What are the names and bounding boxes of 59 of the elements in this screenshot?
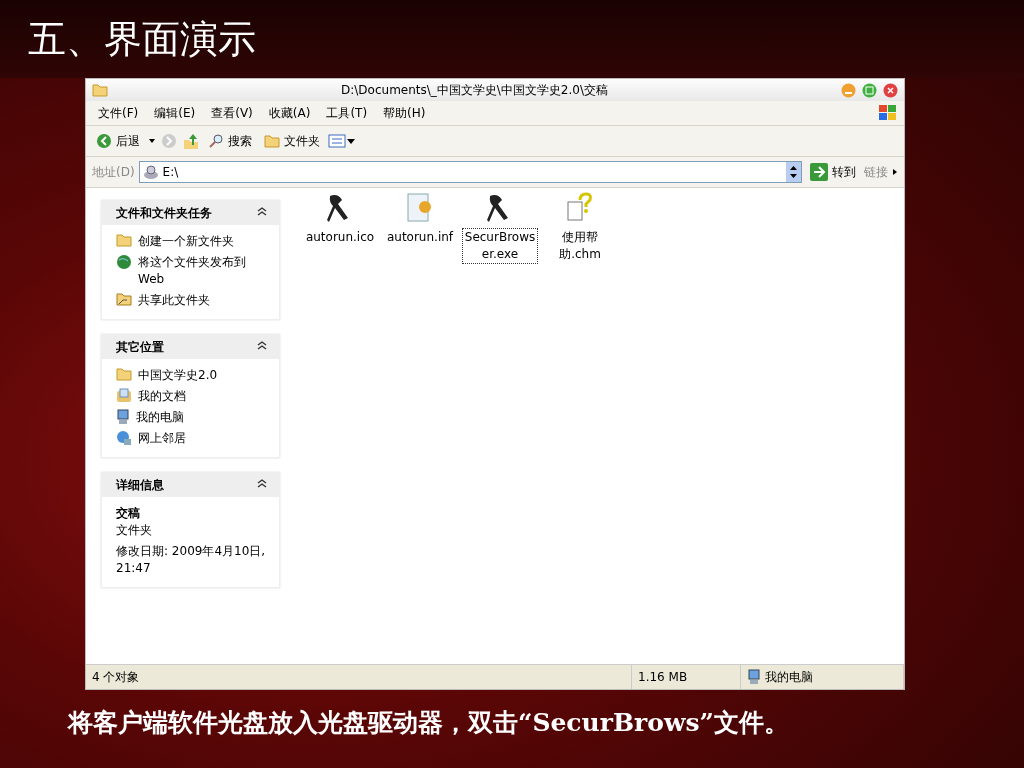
- panel-link[interactable]: 我的文档: [116, 388, 269, 405]
- panel-link[interactable]: 将这个文件夹发布到 Web: [116, 254, 269, 288]
- panel-title: 详细信息: [116, 476, 164, 494]
- dropdown-arrow-icon[interactable]: [148, 138, 156, 144]
- status-size: 1.16 MB: [638, 668, 688, 686]
- views-button[interactable]: [328, 133, 356, 149]
- chevron-right-icon[interactable]: [892, 168, 898, 176]
- globe-icon: [116, 254, 132, 270]
- folders-button[interactable]: 文件夹: [260, 130, 324, 152]
- shared-folder-icon: [116, 292, 132, 306]
- file-item[interactable]: autorun.inf: [382, 192, 458, 247]
- menu-item[interactable]: 查看(V): [205, 102, 259, 124]
- file-name: autorun.inf: [385, 229, 455, 246]
- panel-link[interactable]: 网上邻居: [116, 430, 269, 447]
- go-button[interactable]: 转到: [806, 161, 860, 183]
- network-icon: [116, 430, 132, 446]
- menu-item[interactable]: 收藏(A): [262, 102, 317, 124]
- close-button[interactable]: [883, 82, 898, 98]
- file-item[interactable]: SecurBrowser.exe: [462, 192, 538, 264]
- file-name: SecurBrowser.exe: [462, 228, 538, 264]
- folder-icon: [116, 233, 132, 247]
- status-count: 4 个对象: [92, 668, 140, 686]
- slide-caption: 将客户端软件光盘放入光盘驱动器，双击“SecurBrows”文件。: [68, 707, 790, 739]
- menu-item[interactable]: 编辑(E): [148, 102, 202, 124]
- menu-item[interactable]: 帮助(H): [377, 102, 432, 124]
- folder-name: 交稿: [116, 505, 141, 522]
- window-folder-icon: [92, 83, 108, 97]
- documents-icon: [116, 388, 132, 403]
- folder-icon: [116, 367, 132, 381]
- up-folder-icon[interactable]: [182, 132, 200, 150]
- modified-date: 修改日期: 2009年4月10日, 21:47: [116, 543, 267, 577]
- panel-link[interactable]: 我的电脑: [116, 409, 269, 426]
- status-location: 我的电脑: [765, 668, 813, 686]
- folder-type: 文件夹: [116, 522, 153, 539]
- address-field[interactable]: E:\: [138, 161, 802, 183]
- folder-icon: [264, 134, 280, 148]
- file-name: autorun.ico: [304, 229, 376, 246]
- file-item[interactable]: autorun.ico: [302, 192, 378, 247]
- address-label: 地址(D): [92, 163, 135, 181]
- search-icon: [208, 133, 224, 149]
- panel-link[interactable]: 创建一个新文件夹: [116, 233, 269, 250]
- panel-title: 文件和文件夹任务: [116, 204, 212, 222]
- panel-title: 其它位置: [116, 338, 164, 356]
- window-title: D:\Documents\_中国文学史\中国文学史2.0\交稿: [340, 81, 609, 99]
- panel-link[interactable]: 共享此文件夹: [116, 292, 269, 309]
- file-item[interactable]: 使用帮助.chm: [542, 192, 618, 264]
- drive-icon: [142, 164, 159, 180]
- file-name: 使用帮助.chm: [558, 229, 602, 263]
- panel-link[interactable]: 中国文学史2.0: [116, 367, 269, 384]
- windows-flag-icon: [878, 104, 898, 122]
- maximize-button[interactable]: [862, 82, 877, 98]
- back-button[interactable]: 后退: [92, 130, 144, 152]
- menu-item[interactable]: 文件(F): [92, 102, 145, 124]
- computer-icon: [116, 409, 130, 425]
- computer-icon: [747, 669, 761, 685]
- slide-title: 五、界面演示: [28, 15, 256, 63]
- menu-item[interactable]: 工具(T): [320, 102, 374, 124]
- search-button[interactable]: 搜索: [204, 130, 256, 152]
- arrow-right-icon: [810, 163, 828, 181]
